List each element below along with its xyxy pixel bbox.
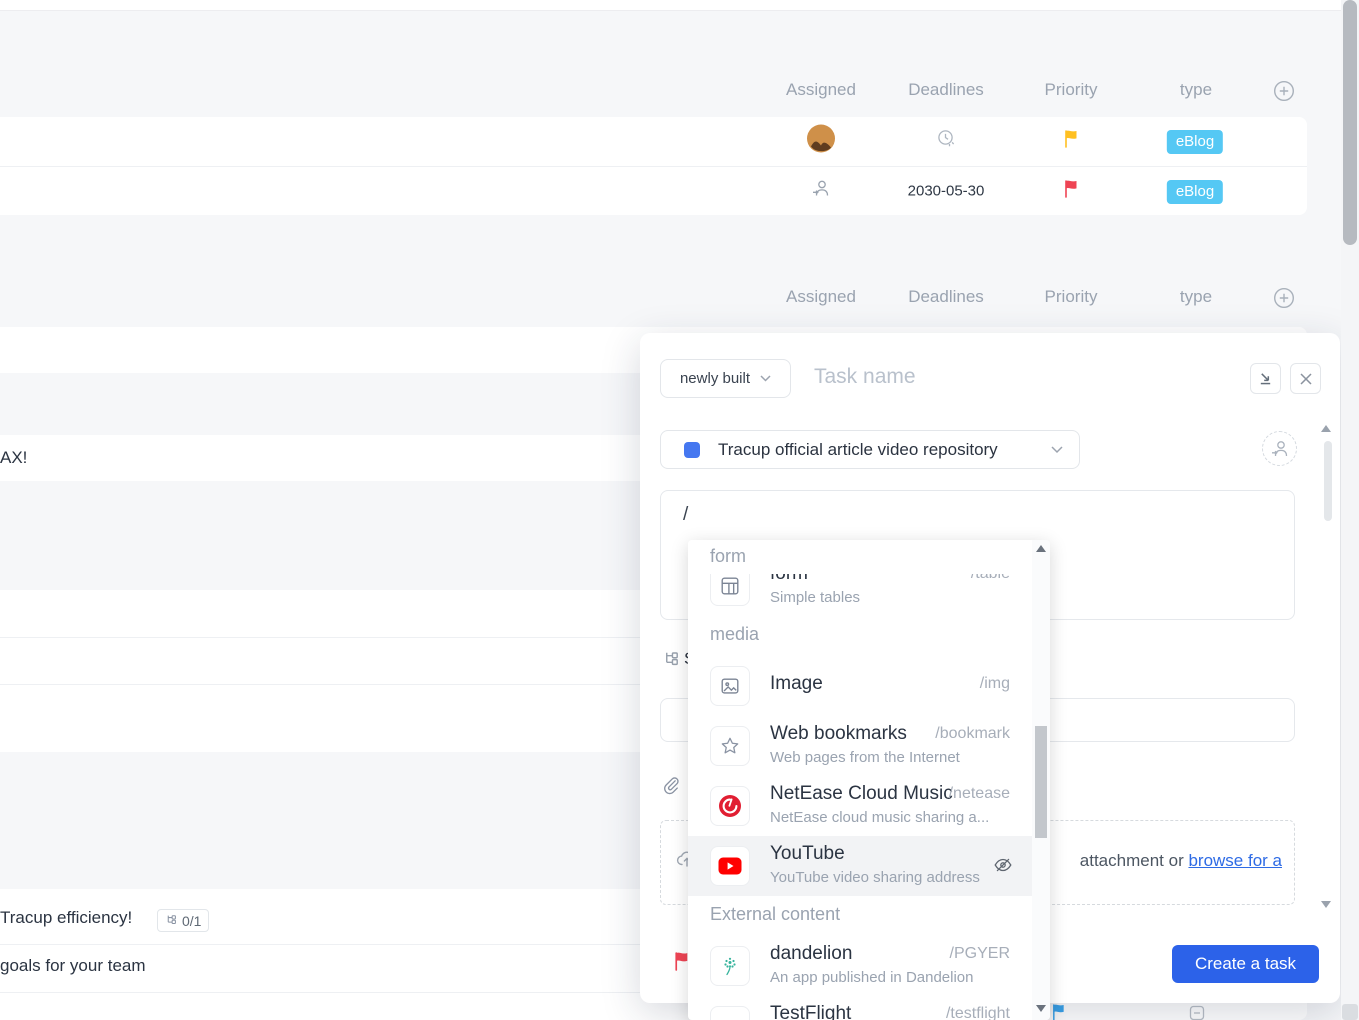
modal-scroll-down[interactable] <box>1321 901 1331 908</box>
subtask-count-badge[interactable]: 0/1 <box>157 909 209 932</box>
status-dropdown-button[interactable]: newly built <box>660 359 791 398</box>
column-deadlines: Deadlines <box>908 80 984 100</box>
menu-scroll-up[interactable] <box>1036 545 1046 552</box>
menu-item-dandelion[interactable]: dandelion /PGYER An app published in Dan… <box>688 936 1032 996</box>
column-priority: Priority <box>1045 287 1098 307</box>
add-assignee-icon[interactable] <box>811 179 831 204</box>
menu-item-testflight[interactable]: TestFlight /testflight <box>688 996 1032 1020</box>
netease-music-icon <box>710 786 750 826</box>
page-top-strip <box>0 0 1341 11</box>
star-icon <box>710 726 750 766</box>
row-divider <box>0 166 1307 167</box>
table-header-1: Assigned Deadlines Priority type <box>0 80 1341 104</box>
dock-arrow-icon <box>1258 371 1273 386</box>
task-title-fragment[interactable]: Tracup efficiency! <box>0 908 132 928</box>
chevron-down-icon <box>760 375 771 382</box>
close-icon <box>1299 372 1313 386</box>
menu-section-media: media <box>710 624 759 645</box>
avatar[interactable] <box>807 125 835 158</box>
menu-scroll-down[interactable] <box>1036 1005 1046 1012</box>
column-priority: Priority <box>1045 80 1098 100</box>
modal-scrollbar-thumb[interactable] <box>1324 441 1332 521</box>
hide-eye-icon[interactable] <box>992 854 1014 881</box>
priority-flag-blue-icon[interactable] <box>1051 1003 1066 1020</box>
menu-item-image[interactable]: Image /img <box>688 656 1032 716</box>
menu-item-web-bookmarks[interactable]: Web bookmarks /bookmark Web pages from t… <box>688 716 1032 776</box>
priority-flag-red-icon[interactable] <box>1063 179 1079 203</box>
deadline-clock-icon[interactable] <box>936 129 956 154</box>
add-assignee-icon <box>1270 439 1290 459</box>
project-selector[interactable]: Tracup official article video repository <box>660 430 1080 469</box>
priority-flag-yellow-icon[interactable] <box>1063 129 1079 153</box>
menu-section-form: form <box>688 540 1032 574</box>
window-scrollbar-button[interactable] <box>1342 1004 1358 1020</box>
type-badge[interactable]: eBlog <box>1167 130 1223 154</box>
subtask-count: 0/1 <box>182 913 201 929</box>
menu-item-youtube[interactable]: YouTube YouTube video sharing address <box>688 836 1032 896</box>
deadline-date[interactable]: 2030-05-30 <box>908 183 985 200</box>
column-type: type <box>1180 80 1212 100</box>
column-assigned: Assigned <box>786 80 856 100</box>
youtube-icon <box>710 846 750 886</box>
attachment-hint: attachment or browse for a <box>1080 851 1282 871</box>
slash-command-menu: form form /table Simple tables media Ima… <box>688 540 1050 1020</box>
subtask-tree-icon <box>662 649 681 673</box>
window-scrollbar-thumb[interactable] <box>1343 0 1357 245</box>
chevron-down-icon <box>1051 446 1063 454</box>
browse-link[interactable]: browse for a <box>1188 851 1282 870</box>
task-table-card-1: eBlog 2030-05-30 eBlog <box>0 117 1307 215</box>
paperclip-icon <box>661 775 681 800</box>
minimize-dock-button[interactable] <box>1250 363 1281 394</box>
column-assigned: Assigned <box>786 287 856 307</box>
table-header-2: Assigned Deadlines Priority type <box>0 287 1341 311</box>
type-empty-icon[interactable] <box>1189 1005 1205 1020</box>
create-task-button[interactable]: Create a task <box>1172 945 1319 983</box>
task-title-fragment[interactable]: goals for your team <box>0 956 146 976</box>
menu-scrollbar-thumb[interactable] <box>1035 726 1047 838</box>
type-badge[interactable]: eBlog <box>1167 180 1223 204</box>
column-deadlines: Deadlines <box>908 287 984 307</box>
description-text: / <box>683 504 688 526</box>
project-color-square <box>684 442 700 458</box>
image-icon <box>710 666 750 706</box>
menu-scrollbar[interactable] <box>1032 540 1050 1020</box>
menu-section-external: External content <box>710 904 840 925</box>
add-column-icon[interactable] <box>1273 80 1295 107</box>
subtask-tree-icon <box>165 913 178 929</box>
add-column-icon[interactable] <box>1273 287 1295 314</box>
dandelion-icon <box>710 946 750 986</box>
column-type: type <box>1180 287 1212 307</box>
status-dropdown-label: newly built <box>680 370 750 387</box>
project-name: Tracup official article video repository <box>718 440 998 460</box>
assign-user-button[interactable] <box>1262 431 1297 466</box>
task-name-input[interactable]: Task name <box>814 365 916 389</box>
modal-scroll-up[interactable] <box>1321 425 1331 432</box>
task-title-fragment[interactable]: AX! <box>0 435 27 481</box>
close-button[interactable] <box>1290 363 1321 394</box>
testflight-icon <box>710 1006 750 1020</box>
menu-item-netease[interactable]: NetEase Cloud Music /netease NetEase clo… <box>688 776 1032 836</box>
